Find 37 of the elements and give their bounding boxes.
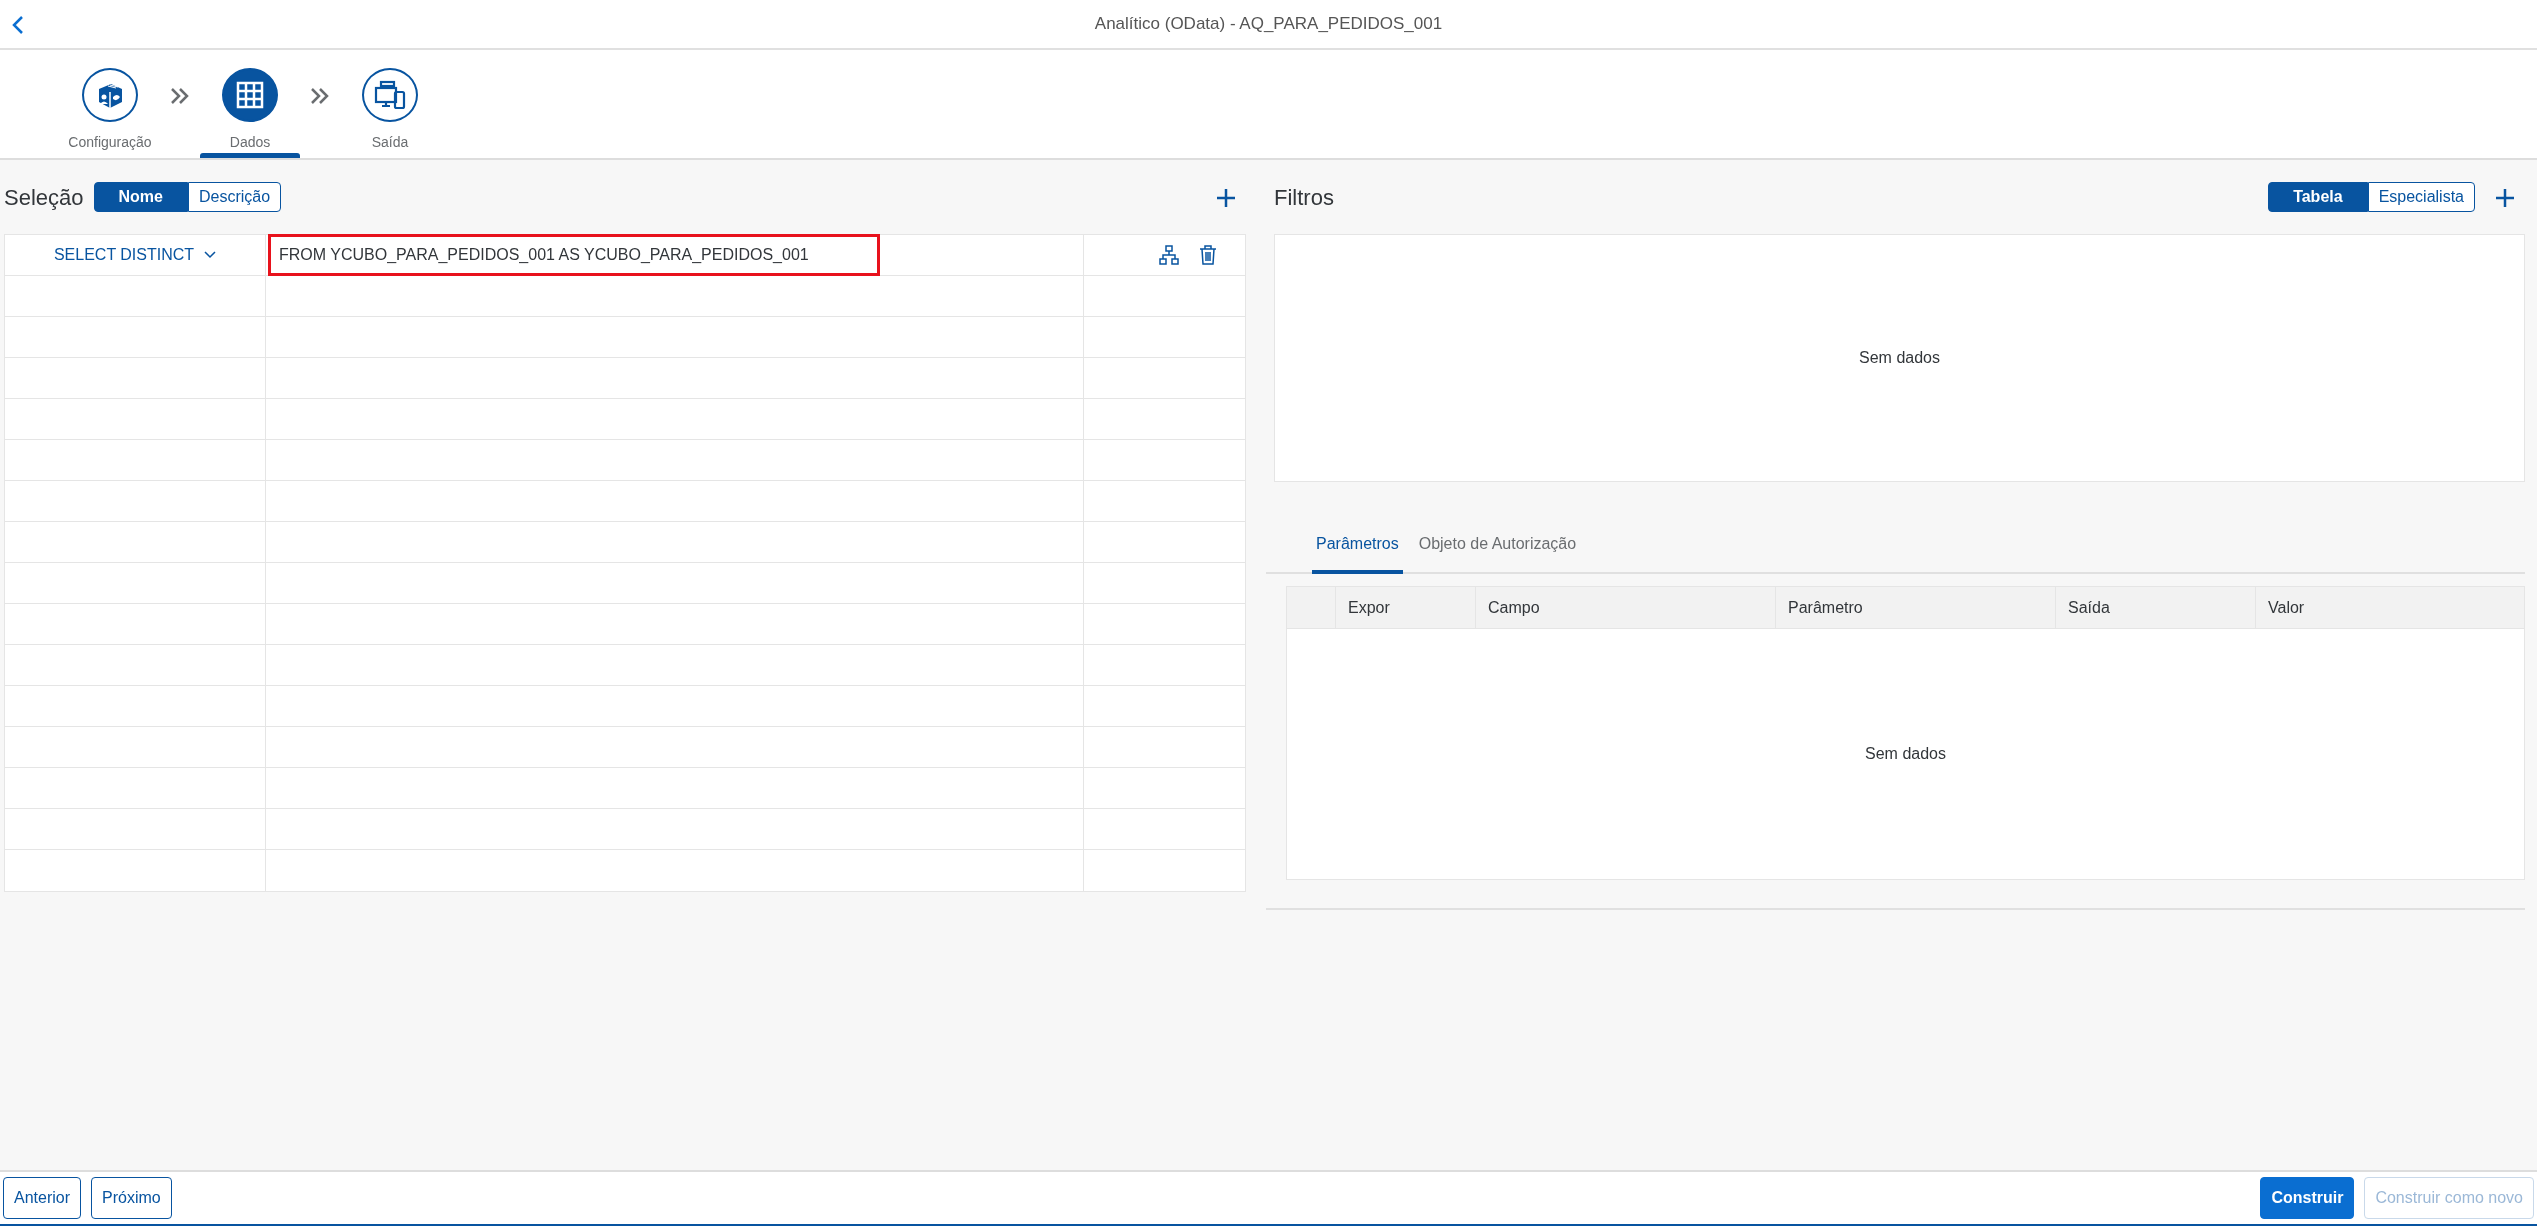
caret-icon xyxy=(204,251,217,259)
step-label: Configuração xyxy=(68,133,152,153)
window-title: Analítico (OData) - AQ_PARA_PEDIDOS_001 xyxy=(1093,13,1444,36)
clause-dropdown[interactable]: SELECT DISTINCT xyxy=(47,242,223,268)
plus-icon xyxy=(2495,187,2515,208)
section-title: Filtros xyxy=(1274,183,1334,212)
devices-icon xyxy=(374,80,406,111)
step-button[interactable] xyxy=(82,68,138,123)
source-cell: FROM YCUBO_PARA_PEDIDOS_001 AS YCUBO_PARA_PEDIDOS_001 xyxy=(268,234,880,276)
step-label: Dados xyxy=(229,133,271,153)
double-chevron-icon xyxy=(310,87,330,106)
double-chevron-icon xyxy=(170,87,190,106)
column-header: Expor xyxy=(1335,587,1475,628)
back-icon xyxy=(12,14,24,35)
grid-icon xyxy=(235,80,265,111)
tab[interactable]: Objeto de Autorização xyxy=(1414,526,1581,574)
step-label: Saída xyxy=(371,133,409,153)
plus-icon xyxy=(1216,187,1236,208)
column-header: Saída xyxy=(2055,587,2255,628)
toggle-button[interactable]: Descrição xyxy=(187,182,282,212)
action-button[interactable]: Construir xyxy=(2260,1177,2355,1219)
column-header: Valor xyxy=(2255,587,2524,628)
section-title: Seleção xyxy=(4,183,84,212)
empty-message: Sem dados xyxy=(1859,348,1940,368)
column-header: Parâmetro xyxy=(1775,587,2055,628)
nav-button[interactable]: Próximo xyxy=(91,1177,172,1219)
tab[interactable]: Parâmetros xyxy=(1312,526,1403,574)
nav-button[interactable]: Anterior xyxy=(3,1177,82,1219)
step-button[interactable] xyxy=(222,68,278,123)
step-button[interactable] xyxy=(362,68,418,123)
delete-button[interactable] xyxy=(1199,245,1217,265)
toggle-button[interactable]: Tabela xyxy=(2268,182,2368,212)
column-header: Campo xyxy=(1475,587,1775,628)
hierarchy-button[interactable] xyxy=(1159,245,1179,265)
toggle-button[interactable]: Nome xyxy=(93,182,188,212)
empty-message: Sem dados xyxy=(1865,744,1946,764)
toggle-button[interactable]: Especialista xyxy=(2367,182,2475,212)
